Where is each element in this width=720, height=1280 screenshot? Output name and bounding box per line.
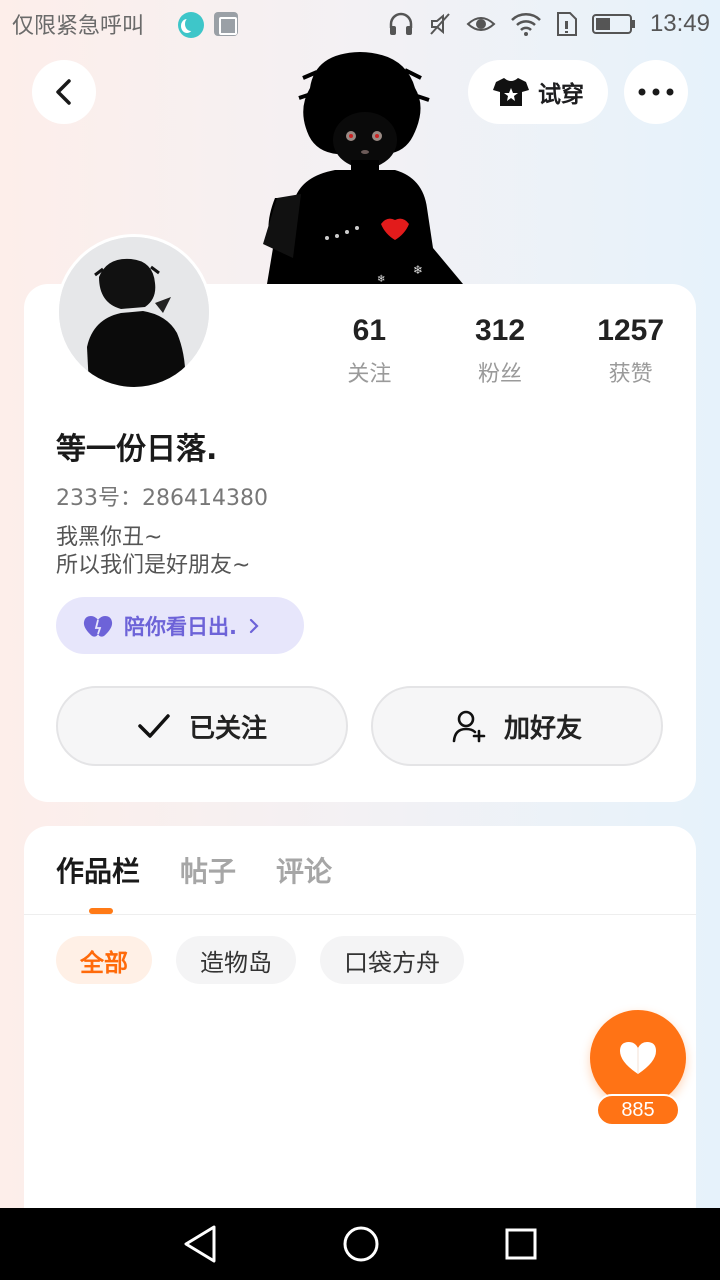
svg-text:❄: ❄	[377, 274, 385, 284]
stat-label: 粉丝	[478, 362, 523, 387]
chevron-left-icon	[56, 79, 71, 105]
divider	[24, 914, 696, 915]
sim-icon	[556, 12, 577, 36]
add-user-icon	[452, 710, 486, 743]
status-icons: 13:49	[388, 6, 710, 42]
works-tabs: 作品栏 帖子 评论	[56, 850, 332, 890]
tab-comments[interactable]: 评论	[276, 850, 332, 890]
relationship-tag[interactable]: 陪你看日出.	[56, 597, 304, 654]
stat-value: 1257	[597, 314, 665, 347]
avatar[interactable]	[56, 234, 212, 390]
tshirt-icon	[493, 78, 529, 106]
home-nav-icon[interactable]	[342, 1225, 380, 1263]
filter-creation-island[interactable]: 造物岛	[176, 936, 296, 984]
recents-nav-icon[interactable]	[504, 1227, 538, 1261]
back-nav-icon[interactable]	[182, 1224, 218, 1264]
avatar-image	[59, 237, 209, 387]
stat-value: 312	[474, 314, 526, 347]
mute-icon	[430, 13, 450, 35]
image-icon	[214, 12, 238, 36]
relationship-tag-label: 陪你看日出.	[124, 614, 237, 639]
tab-posts[interactable]: 帖子	[180, 850, 236, 890]
try-on-label: 试穿	[538, 82, 584, 108]
filter-chips: 全部 造物岛 口袋方舟	[56, 936, 464, 984]
followed-button[interactable]: 已关注	[56, 686, 348, 766]
back-button[interactable]	[32, 60, 96, 124]
carrier-text: 仅限紧急呼叫	[12, 14, 145, 39]
checkmark-icon	[138, 714, 170, 738]
like-count: 885	[596, 1094, 680, 1126]
status-bar: 仅限紧急呼叫 13:49	[0, 0, 720, 48]
character-avatar: ❄ ❄	[263, 52, 463, 284]
eye-icon	[466, 17, 496, 31]
stat-followers[interactable]: 312 粉丝	[435, 314, 566, 388]
add-friend-button[interactable]: 加好友	[371, 686, 663, 766]
works-card: 作品栏 帖子 评论 全部 造物岛 口袋方舟	[24, 826, 696, 1226]
tab-works[interactable]: 作品栏	[56, 850, 140, 890]
stat-value: 61	[352, 314, 387, 347]
bio: 我黑你丑~ 所以我们是好朋友~	[56, 524, 250, 580]
heart-icon	[620, 1042, 656, 1074]
like-button[interactable]	[590, 1010, 686, 1106]
navigation-bar	[0, 1208, 720, 1280]
heart-icon	[83, 615, 113, 637]
add-friend-label: 加好友	[503, 713, 582, 744]
filter-all[interactable]: 全部	[56, 936, 152, 984]
bio-line: 我黑你丑~	[56, 525, 163, 550]
try-on-button[interactable]: 试穿	[468, 60, 608, 124]
user-id: 233号：286414380	[56, 486, 268, 511]
more-dots-icon	[638, 88, 674, 96]
battery-icon	[591, 14, 635, 34]
wifi-icon	[511, 13, 541, 36]
clock: 13:49	[649, 10, 710, 37]
chevron-right-icon	[249, 618, 259, 633]
stat-following[interactable]: 61 关注	[304, 314, 435, 388]
more-button[interactable]	[624, 60, 688, 124]
nickname: 等一份日落.	[56, 432, 218, 467]
bio-line: 所以我们是好朋友~	[56, 553, 251, 578]
svg-text:❄: ❄	[413, 263, 423, 277]
filter-pocket-ark[interactable]: 口袋方舟	[320, 936, 464, 984]
stats-row: 61 关注 312 粉丝 1257 获赞	[304, 314, 696, 388]
stat-likes[interactable]: 1257 获赞	[565, 314, 696, 388]
moon-icon	[178, 12, 204, 38]
stat-label: 关注	[347, 362, 392, 387]
followed-label: 已关注	[188, 713, 267, 744]
stat-label: 获赞	[608, 362, 653, 387]
headphones-icon	[389, 12, 413, 35]
